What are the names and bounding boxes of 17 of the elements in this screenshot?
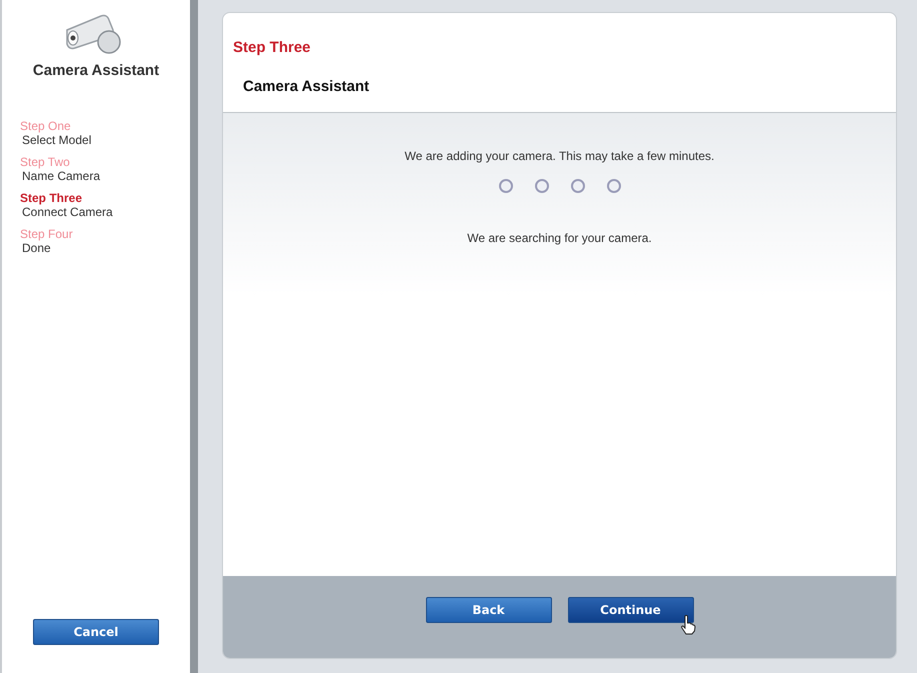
step-label: Step Two <box>20 155 70 169</box>
continue-button[interactable]: Continue <box>568 597 694 623</box>
step-label: Step Four <box>20 227 73 241</box>
step-name: Name Camera <box>21 169 100 183</box>
back-button[interactable]: Back <box>426 597 552 623</box>
sidebar-title: Camera Assistant <box>32 62 160 79</box>
pointer-hand-icon <box>680 615 696 635</box>
step-label: Step One <box>20 119 71 133</box>
panel-title: Camera Assistant <box>242 78 370 95</box>
step-label: Step Three <box>20 191 82 205</box>
status-message: We are searching for your camera. <box>467 231 652 245</box>
step-name: Select Model <box>21 133 92 147</box>
step-heading: Step Three <box>233 39 312 56</box>
progress-message: We are adding your camera. This may take a few minutes. <box>404 149 714 163</box>
cancel-button[interactable]: Cancel <box>33 619 159 645</box>
step-name: Done <box>21 241 51 255</box>
step-name: Connect Camera <box>21 205 113 219</box>
